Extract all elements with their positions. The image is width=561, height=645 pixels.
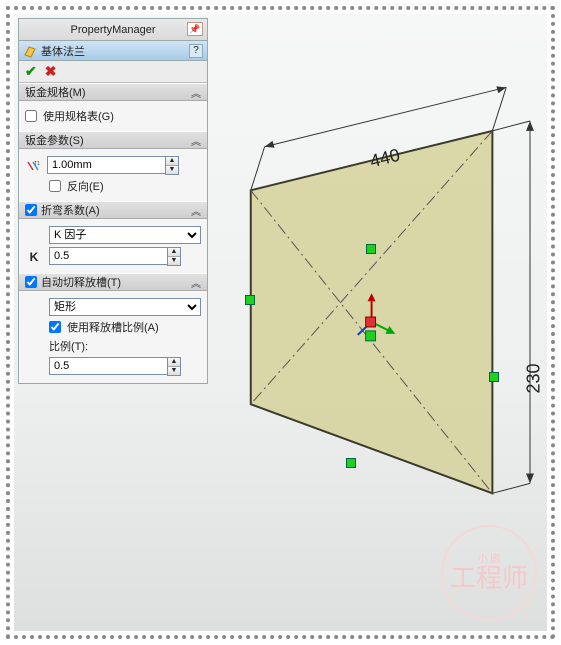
midpoint-handle[interactable] xyxy=(366,244,376,254)
midpoint-handle[interactable] xyxy=(346,458,356,468)
thickness-spinner[interactable]: ▲▼ xyxy=(165,156,179,175)
section-bend-head[interactable]: 折弯系数(A) ︽ xyxy=(19,201,207,219)
feature-name: 基体法兰 xyxy=(41,43,185,59)
section-params-title: 钣金参数(S) xyxy=(25,132,84,148)
midpoint-handle[interactable] xyxy=(489,372,499,382)
base-flange-icon xyxy=(23,44,37,58)
chevron-up-icon: ︽ xyxy=(191,85,201,100)
ok-button[interactable]: ✔ xyxy=(25,63,37,80)
section-bend-title: 折弯系数(A) xyxy=(41,202,100,218)
relief-enable-checkbox[interactable] xyxy=(25,276,37,288)
section-relief-title: 自动切释放槽(T) xyxy=(41,274,121,290)
bend-method-select[interactable]: K 因子 xyxy=(49,226,201,244)
use-ratio-label: 使用释放槽比例(A) xyxy=(67,319,159,335)
k-label: K xyxy=(25,250,43,264)
help-button[interactable]: ? xyxy=(189,44,203,58)
cancel-button[interactable]: ✖ xyxy=(45,63,57,80)
use-ratio-checkbox[interactable] xyxy=(49,321,61,333)
section-gauge-head[interactable]: 钣金规格(M) ︽ xyxy=(19,83,207,101)
use-gauge-table-checkbox[interactable] xyxy=(25,110,37,122)
section-params-head[interactable]: 钣金参数(S) ︽ xyxy=(19,131,207,149)
pin-button[interactable]: 📌 xyxy=(187,22,203,36)
ratio-label: 比例(T): xyxy=(49,338,88,354)
section-relief-body: 矩形 使用释放槽比例(A) 比例(T): ▲▼ xyxy=(19,291,207,383)
graphics-viewport[interactable]: 440 230 小 國 工程师 xyxy=(214,18,543,627)
section-relief-head[interactable]: 自动切释放槽(T) ︽ xyxy=(19,273,207,291)
thickness-icon: T1 xyxy=(25,159,41,173)
chevron-up-icon: ︽ xyxy=(191,133,201,148)
relief-type-select[interactable]: 矩形 xyxy=(49,298,201,316)
thickness-input[interactable] xyxy=(47,156,165,174)
property-manager-panel: PropertyManager 📌 基体法兰 ? ✔ ✖ 钣金规格(M) ︽ 使… xyxy=(18,18,208,384)
pm-header: PropertyManager 📌 xyxy=(19,19,207,41)
section-gauge-title: 钣金规格(M) xyxy=(25,84,86,100)
feature-title-bar: 基体法兰 ? xyxy=(19,41,207,61)
ratio-spinner[interactable]: ▲▼ xyxy=(167,357,181,376)
k-spinner[interactable]: ▲▼ xyxy=(167,247,181,266)
reverse-checkbox[interactable] xyxy=(49,180,61,192)
section-gauge-body: 使用规格表(G) xyxy=(19,101,207,131)
reverse-label: 反向(E) xyxy=(67,178,104,194)
section-bend-body: K 因子 K ▲▼ xyxy=(19,219,207,273)
section-params-body: T1 ▲▼ 反向(E) xyxy=(19,149,207,201)
midpoint-handle[interactable] xyxy=(245,295,255,305)
k-factor-input[interactable] xyxy=(49,247,167,265)
confirm-row: ✔ ✖ xyxy=(19,61,207,83)
svg-text:T1: T1 xyxy=(34,161,40,167)
chevron-up-icon: ︽ xyxy=(191,275,201,290)
chevron-up-icon: ︽ xyxy=(191,203,201,218)
dimension-right[interactable]: 230 xyxy=(523,363,544,393)
pm-title: PropertyManager xyxy=(71,24,156,36)
bend-enable-checkbox[interactable] xyxy=(25,204,37,216)
ratio-input[interactable] xyxy=(49,357,167,375)
use-gauge-table-label: 使用规格表(G) xyxy=(43,108,114,124)
watermark: 小 國 工程师 xyxy=(441,525,537,621)
